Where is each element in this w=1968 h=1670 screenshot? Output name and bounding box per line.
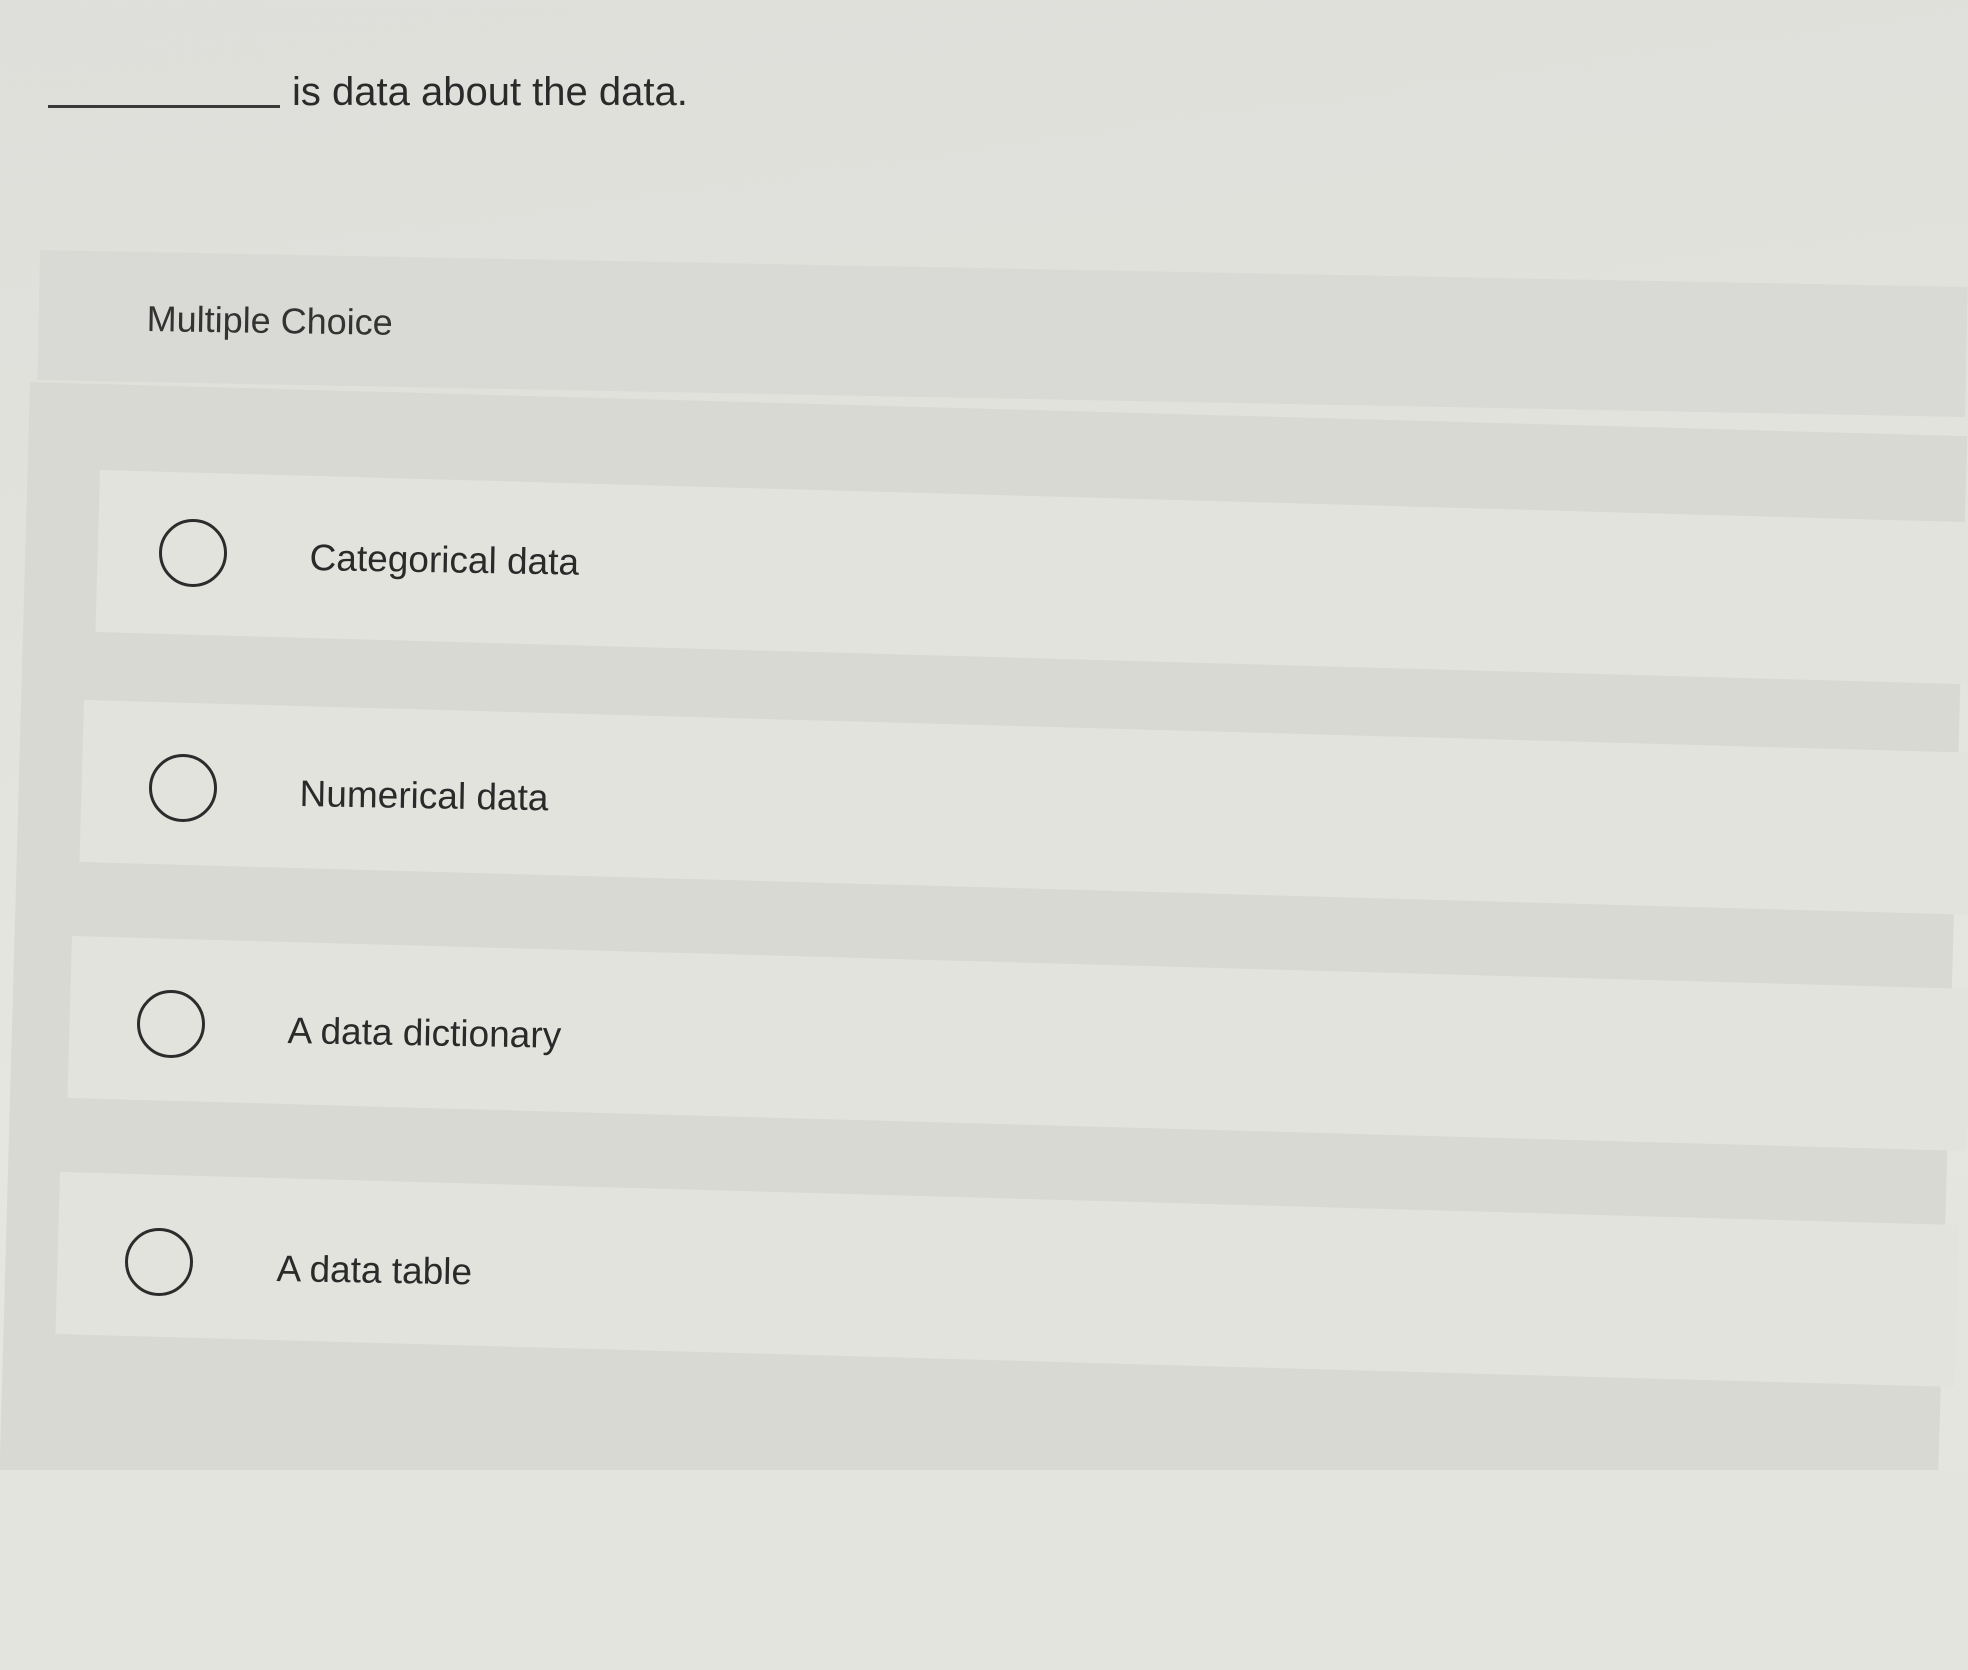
fill-in-blank-line (48, 105, 280, 108)
radio-button-1[interactable] (159, 519, 227, 587)
question-type-label: Multiple Choice (146, 298, 394, 343)
question-text: is data about the data. (292, 70, 688, 114)
choice-label-4[interactable]: A data table (276, 1248, 472, 1293)
choice-label-1[interactable]: Categorical data (309, 537, 579, 584)
choice-label-3[interactable]: A data dictionary (287, 1010, 561, 1057)
choice-label-2[interactable]: Numerical data (299, 773, 549, 819)
radio-button-4[interactable] (125, 1228, 193, 1296)
radio-button-3[interactable] (137, 990, 205, 1058)
question-prompt: is data about the data. (48, 72, 688, 112)
radio-button-2[interactable] (149, 754, 217, 822)
page-footer-area (0, 1470, 1968, 1670)
